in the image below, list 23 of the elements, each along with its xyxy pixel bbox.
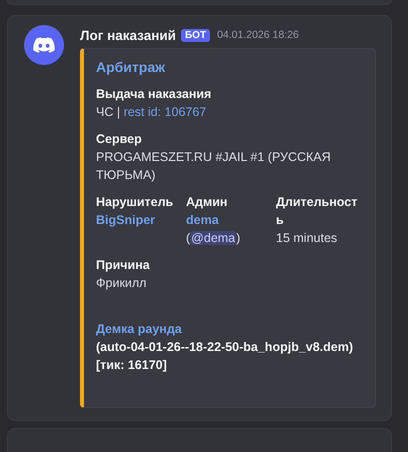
user-link[interactable]: BigSniper bbox=[96, 213, 156, 227]
field-value: Фрикилл bbox=[96, 276, 146, 290]
field-name: Причина bbox=[96, 257, 151, 274]
field-name: Длительность bbox=[276, 194, 358, 229]
timestamp: 04.01.2026 18:26 bbox=[217, 29, 299, 41]
field-value: (auto-04-01-26--18-22-50-ba_hopjb_v8.dem) [тик: 16170] bbox=[96, 340, 354, 372]
field-value: ЧС | bbox=[96, 105, 122, 119]
user-mention[interactable]: @dema bbox=[190, 231, 236, 245]
bot-badge: БОТ bbox=[180, 28, 210, 42]
author-name[interactable]: Лог наказаний bbox=[80, 28, 176, 42]
avatar-icon[interactable] bbox=[24, 25, 64, 65]
embed-title[interactable]: Арбитраж bbox=[96, 59, 363, 75]
user-link[interactable]: dema bbox=[186, 213, 219, 227]
field-name[interactable]: Демка раунда bbox=[96, 320, 363, 338]
field-value: ( bbox=[186, 231, 190, 245]
field-name: Сервер bbox=[96, 131, 143, 148]
field-value: 15 minutes bbox=[276, 231, 338, 245]
field-name: Выдача наказания bbox=[96, 86, 212, 103]
link[interactable]: rest id: 106767 bbox=[124, 105, 206, 119]
field-name: Админ bbox=[186, 194, 228, 211]
field-name: Нарушитель bbox=[96, 194, 174, 211]
field-value: PROGAMESZET.RU #JAIL #1 (РУССКАЯ ТЮРЬМА) bbox=[96, 150, 331, 182]
field-value: ) bbox=[236, 231, 240, 245]
